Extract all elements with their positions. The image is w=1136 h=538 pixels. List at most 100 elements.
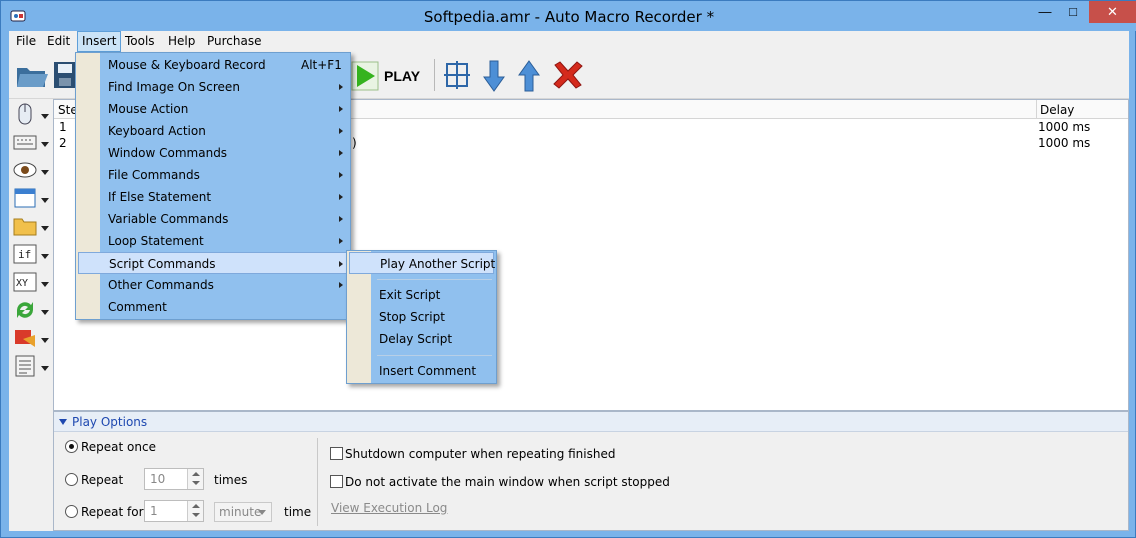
move-up-icon[interactable] bbox=[517, 59, 541, 93]
submenu-arrow-icon bbox=[339, 216, 343, 222]
menu-item-loop-statement[interactable]: Loop Statement bbox=[78, 230, 348, 252]
close-button[interactable]: ✕ bbox=[1089, 1, 1136, 23]
no-activate-label: Do not activate the main window when scr… bbox=[345, 475, 670, 489]
minimize-button[interactable]: — bbox=[1031, 1, 1059, 23]
repeat-for-stepper[interactable]: 1 bbox=[144, 500, 204, 522]
play-icon[interactable] bbox=[351, 61, 379, 91]
menu-purchase[interactable]: Purchase bbox=[207, 34, 262, 48]
spinner-arrows-icon[interactable] bbox=[187, 469, 203, 489]
window-icon[interactable] bbox=[13, 187, 37, 209]
time-unit-select[interactable]: minute bbox=[214, 502, 272, 522]
svg-text:if: if bbox=[18, 248, 31, 261]
menu-item-label: Window Commands bbox=[108, 146, 228, 160]
collapse-triangle-icon[interactable] bbox=[59, 419, 67, 425]
menu-item-label: If Else Statement bbox=[108, 190, 212, 204]
repeat-count-stepper[interactable]: 10 bbox=[144, 468, 204, 490]
shutdown-label: Shutdown computer when repeating finishe… bbox=[345, 447, 616, 461]
menu-item-window-commands[interactable]: Window Commands bbox=[78, 142, 348, 164]
keyboard-icon[interactable] bbox=[13, 131, 37, 153]
menu-item-script-commands[interactable]: Script Commands bbox=[78, 252, 348, 274]
no-activate-checkbox[interactable] bbox=[330, 475, 343, 488]
folder-dropdown-arrow[interactable] bbox=[41, 226, 49, 231]
menu-item-file-commands[interactable]: File Commands bbox=[78, 164, 348, 186]
submenu-arrow-icon bbox=[339, 238, 343, 244]
menu-item-label: Find Image On Screen bbox=[108, 80, 240, 94]
menu-item-play-another-script[interactable]: Play Another Script bbox=[349, 252, 496, 274]
time-unit-value: minute bbox=[219, 505, 262, 519]
spinner-arrows-icon[interactable] bbox=[187, 501, 203, 521]
menu-item-find-image[interactable]: Find Image On Screen bbox=[78, 76, 348, 98]
repeat-once-radio[interactable] bbox=[65, 440, 78, 453]
menu-item-mouse-keyboard-record[interactable]: Mouse & Keyboard Record Alt+F1 bbox=[78, 54, 348, 76]
eye-icon[interactable] bbox=[13, 159, 37, 181]
open-folder-icon[interactable] bbox=[15, 60, 49, 90]
view-execution-log-link[interactable]: View Execution Log bbox=[331, 501, 447, 515]
save-icon[interactable] bbox=[53, 60, 75, 90]
menu-item-keyboard-action[interactable]: Keyboard Action bbox=[78, 120, 348, 142]
time-label: time bbox=[284, 505, 312, 519]
comment-icon[interactable] bbox=[13, 355, 37, 377]
delete-icon[interactable] bbox=[552, 60, 584, 90]
menu-item-exit-script[interactable]: Exit Script bbox=[349, 284, 494, 306]
menu-help[interactable]: Help bbox=[168, 34, 195, 48]
select-region-icon[interactable] bbox=[443, 60, 471, 90]
menu-item-label: Mouse & Keyboard Record bbox=[108, 58, 266, 72]
menu-item-mouse-action[interactable]: Mouse Action bbox=[78, 98, 348, 120]
menu-item-label: Exit Script bbox=[379, 288, 441, 302]
shutdown-checkbox[interactable] bbox=[330, 447, 343, 460]
repeat-for-radio[interactable] bbox=[65, 505, 78, 518]
menu-item-label: Other Commands bbox=[108, 278, 214, 292]
window-dropdown-arrow[interactable] bbox=[41, 198, 49, 203]
menu-item-label: Comment bbox=[108, 300, 167, 314]
menu-file[interactable]: File bbox=[16, 34, 36, 48]
menu-item-stop-script[interactable]: Stop Script bbox=[349, 306, 494, 328]
app-window: Softpedia.amr - Auto Macro Recorder * — … bbox=[0, 0, 1136, 538]
maximize-button[interactable]: □ bbox=[1059, 1, 1087, 23]
column-divider[interactable] bbox=[1036, 100, 1037, 119]
mouse-dropdown-arrow[interactable] bbox=[41, 114, 49, 119]
keyboard-dropdown-arrow[interactable] bbox=[41, 142, 49, 147]
repeat-once-label: Repeat once bbox=[81, 440, 156, 454]
menu-item-shortcut: Alt+F1 bbox=[301, 58, 342, 72]
script-dropdown-arrow[interactable] bbox=[41, 338, 49, 343]
menu-edit[interactable]: Edit bbox=[47, 34, 70, 48]
play-label[interactable]: PLAY bbox=[384, 68, 420, 84]
menu-item-comment[interactable]: Comment bbox=[78, 296, 348, 318]
repeat-radio[interactable] bbox=[65, 473, 78, 486]
menu-tools[interactable]: Tools bbox=[125, 34, 155, 48]
menu-item-label: Stop Script bbox=[379, 310, 445, 324]
variable-dropdown-arrow[interactable] bbox=[41, 282, 49, 287]
times-label: times bbox=[214, 473, 248, 487]
repeat-for-value: 1 bbox=[150, 504, 158, 518]
comment-dropdown-arrow[interactable] bbox=[41, 366, 49, 371]
menu-item-insert-comment[interactable]: Insert Comment bbox=[349, 360, 494, 382]
loop-icon[interactable] bbox=[13, 299, 37, 321]
play-options-header[interactable]: Play Options bbox=[54, 412, 1128, 432]
script-icon[interactable] bbox=[13, 327, 37, 349]
menu-item-if-else[interactable]: If Else Statement bbox=[78, 186, 348, 208]
move-down-icon[interactable] bbox=[482, 59, 506, 93]
menu-separator bbox=[377, 279, 492, 280]
if-dropdown-arrow[interactable] bbox=[41, 254, 49, 259]
loop-dropdown-arrow[interactable] bbox=[41, 310, 49, 315]
menu-insert[interactable]: Insert bbox=[77, 31, 122, 52]
panel-divider bbox=[317, 438, 318, 526]
title-bar[interactable]: Softpedia.amr - Auto Macro Recorder * — … bbox=[1, 1, 1136, 31]
menu-item-label: Play Another Script bbox=[380, 257, 496, 271]
folder-icon[interactable] bbox=[13, 215, 37, 237]
variable-icon[interactable]: XY bbox=[13, 271, 37, 293]
toolbar-divider bbox=[434, 59, 435, 91]
menu-item-label: Delay Script bbox=[379, 332, 453, 346]
repeat-label: Repeat bbox=[81, 473, 124, 487]
column-delay[interactable]: Delay bbox=[1040, 103, 1074, 117]
menu-item-variable-commands[interactable]: Variable Commands bbox=[78, 208, 348, 230]
submenu-arrow-icon bbox=[339, 150, 343, 156]
mouse-icon[interactable] bbox=[13, 103, 37, 125]
row-delay: 1000 ms bbox=[1038, 120, 1091, 134]
eye-dropdown-arrow[interactable] bbox=[41, 170, 49, 175]
menu-item-delay-script[interactable]: Delay Script bbox=[349, 328, 494, 350]
insert-menu: Mouse & Keyboard Record Alt+F1 Find Imag… bbox=[75, 52, 351, 320]
play-options-title[interactable]: Play Options bbox=[72, 415, 147, 429]
if-icon[interactable]: if bbox=[13, 243, 37, 265]
menu-item-other-commands[interactable]: Other Commands bbox=[78, 274, 348, 296]
